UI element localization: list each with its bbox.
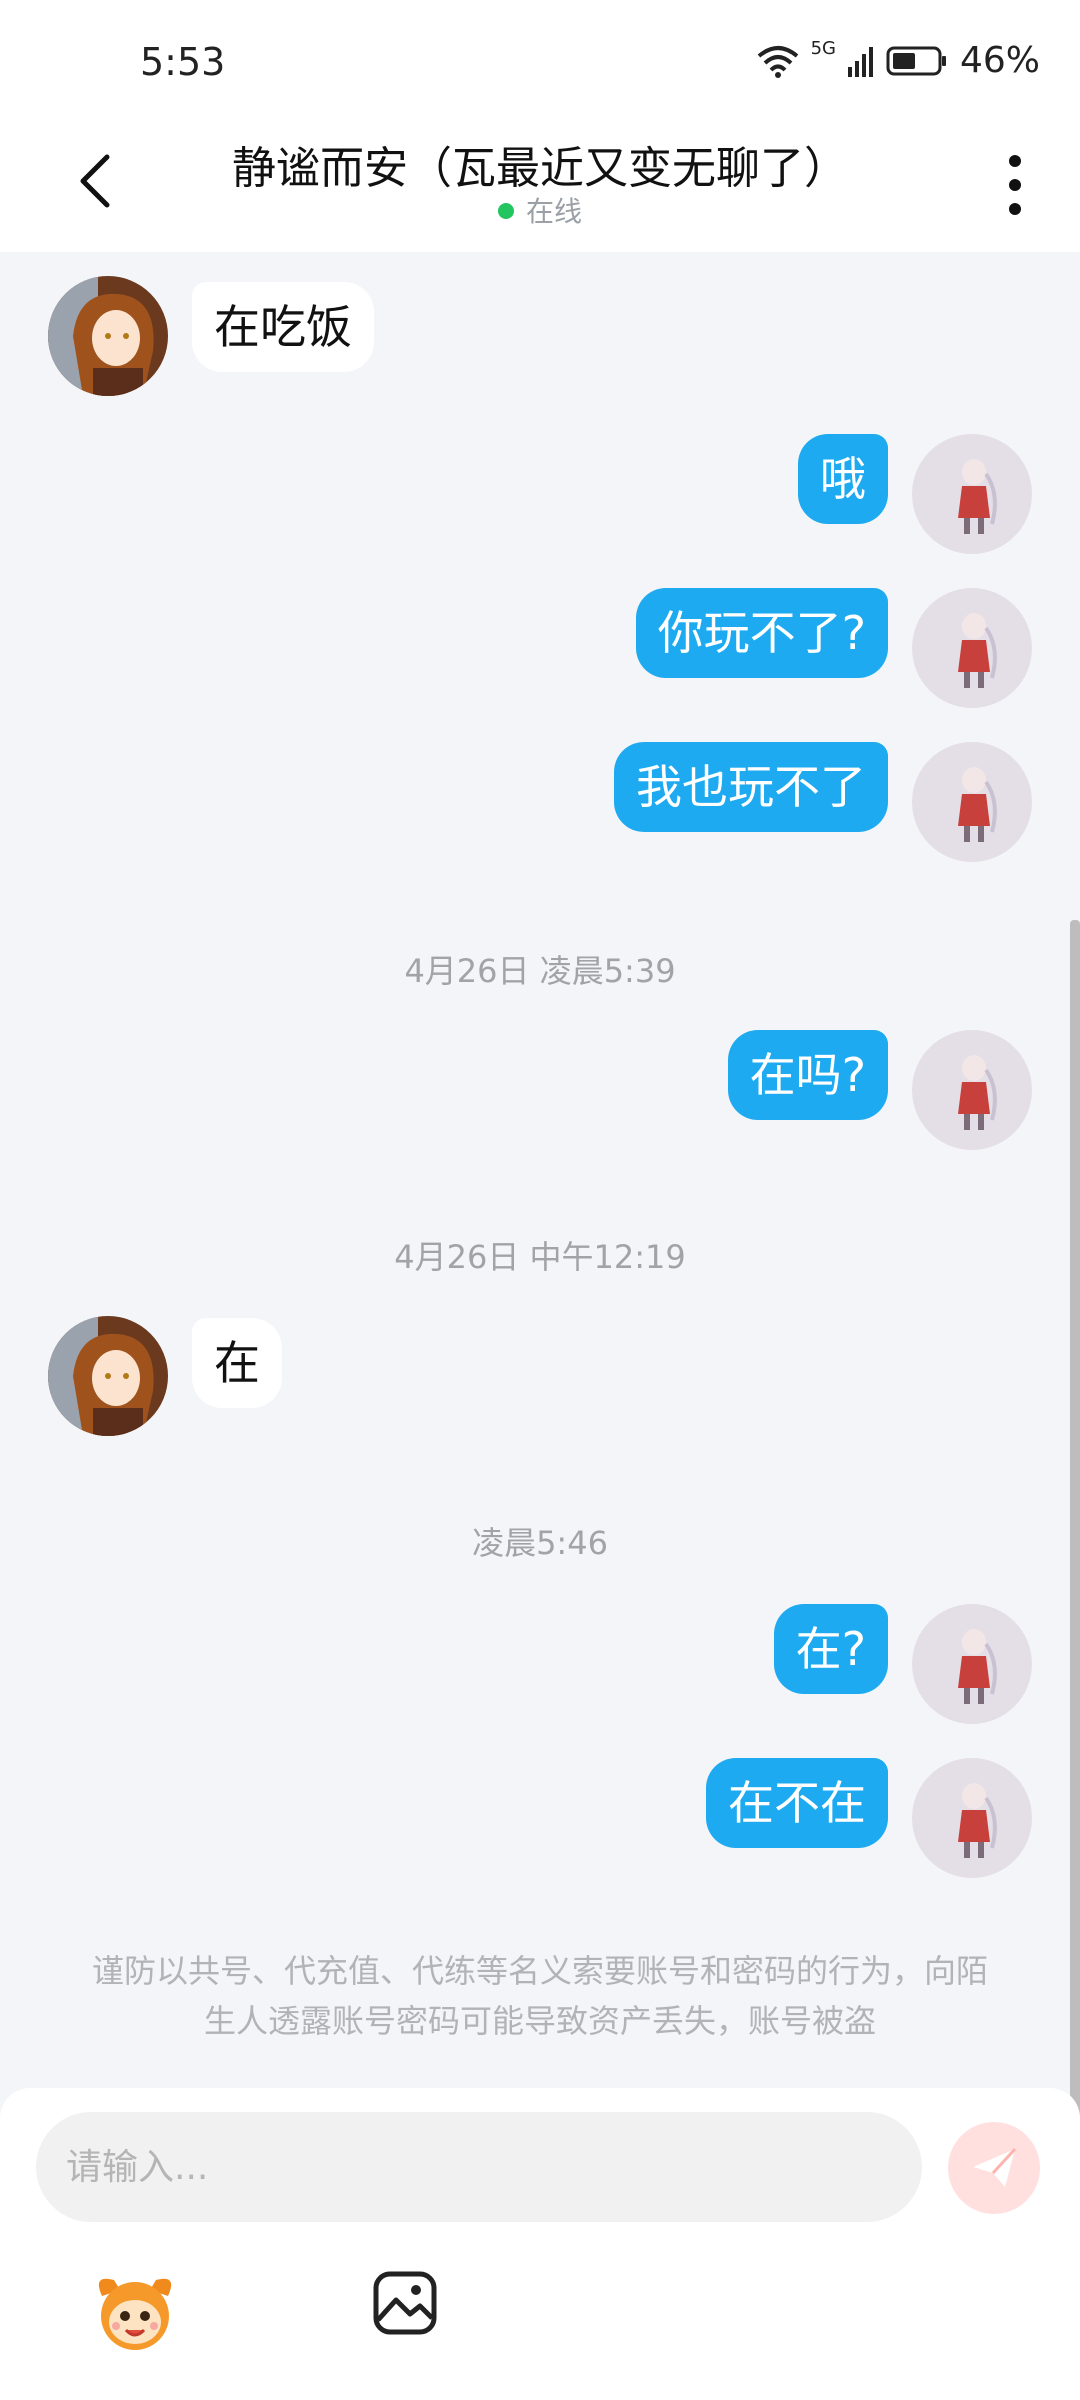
message-bubble-outgoing[interactable]: 在? <box>773 1604 888 1694</box>
status-icons: 5G 46% <box>757 38 1040 81</box>
my-avatar[interactable] <box>912 1758 1032 1878</box>
message-bubble-outgoing[interactable]: 你玩不了? <box>635 588 888 678</box>
send-icon <box>973 2147 1017 2187</box>
message-bubble-outgoing[interactable]: 在吗? <box>727 1030 888 1120</box>
message-bubble-incoming[interactable]: 在吃饭 <box>192 282 374 372</box>
timestamp-divider: 4月26日 凌晨5:39 <box>404 952 676 990</box>
online-status-label: 在线 <box>525 195 582 228</box>
message-bubble-incoming[interactable]: 在 <box>192 1318 282 1408</box>
security-notice: 谨防以共号、代充值、代练等名义索要账号和密码的行为，向陌生人透露账号密码可能导致… <box>91 1952 988 2040</box>
battery-icon <box>886 46 946 75</box>
wifi-icon <box>757 45 798 78</box>
my-avatar[interactable] <box>912 742 1032 862</box>
timestamp-divider: 凌晨5:46 <box>472 1524 608 1562</box>
my-avatar[interactable] <box>912 434 1032 554</box>
emoji-mascot-icon <box>98 2278 172 2350</box>
timestamp-divider: 4月26日 中午12:19 <box>394 1238 686 1276</box>
message-list[interactable]: 在吃饭 哦 你玩不了? 我也玩不了 4月26日 凌晨5:39 在吗? 4月26日… <box>0 252 1080 2340</box>
composer-bar <box>0 2088 1080 2400</box>
chat-header: 静谧而安（瓦最近又变无聊了） 在线 <box>0 120 1080 252</box>
more-options-button[interactable] <box>990 150 1040 220</box>
contact-avatar[interactable] <box>48 276 168 396</box>
my-avatar[interactable] <box>912 1030 1032 1150</box>
chat-title: 静谧而安（瓦最近又变无聊了） <box>232 143 848 194</box>
message-bubble-outgoing[interactable]: 我也玩不了 <box>614 742 888 832</box>
signal-icon <box>847 46 873 77</box>
status-bar: 5:53 5G 46% <box>0 0 1080 120</box>
my-avatar[interactable] <box>912 1604 1032 1724</box>
image-picker-button[interactable] <box>370 2268 440 2338</box>
online-dot-icon <box>497 203 514 219</box>
message-input[interactable] <box>36 2112 922 2222</box>
more-vertical-icon <box>1009 155 1021 167</box>
message-bubble-outgoing[interactable]: 哦 <box>798 434 888 524</box>
status-time: 5:53 <box>140 40 226 84</box>
my-avatar[interactable] <box>912 588 1032 708</box>
image-icon <box>373 2271 437 2335</box>
online-status: 在线 <box>0 190 1080 230</box>
send-button[interactable] <box>948 2122 1040 2214</box>
battery-percent: 46% <box>959 40 1040 81</box>
message-bubble-outgoing[interactable]: 在不在 <box>706 1758 888 1848</box>
contact-avatar[interactable] <box>48 1316 168 1436</box>
emoji-button[interactable] <box>90 2266 180 2356</box>
network-type-label: 5G <box>810 38 836 59</box>
